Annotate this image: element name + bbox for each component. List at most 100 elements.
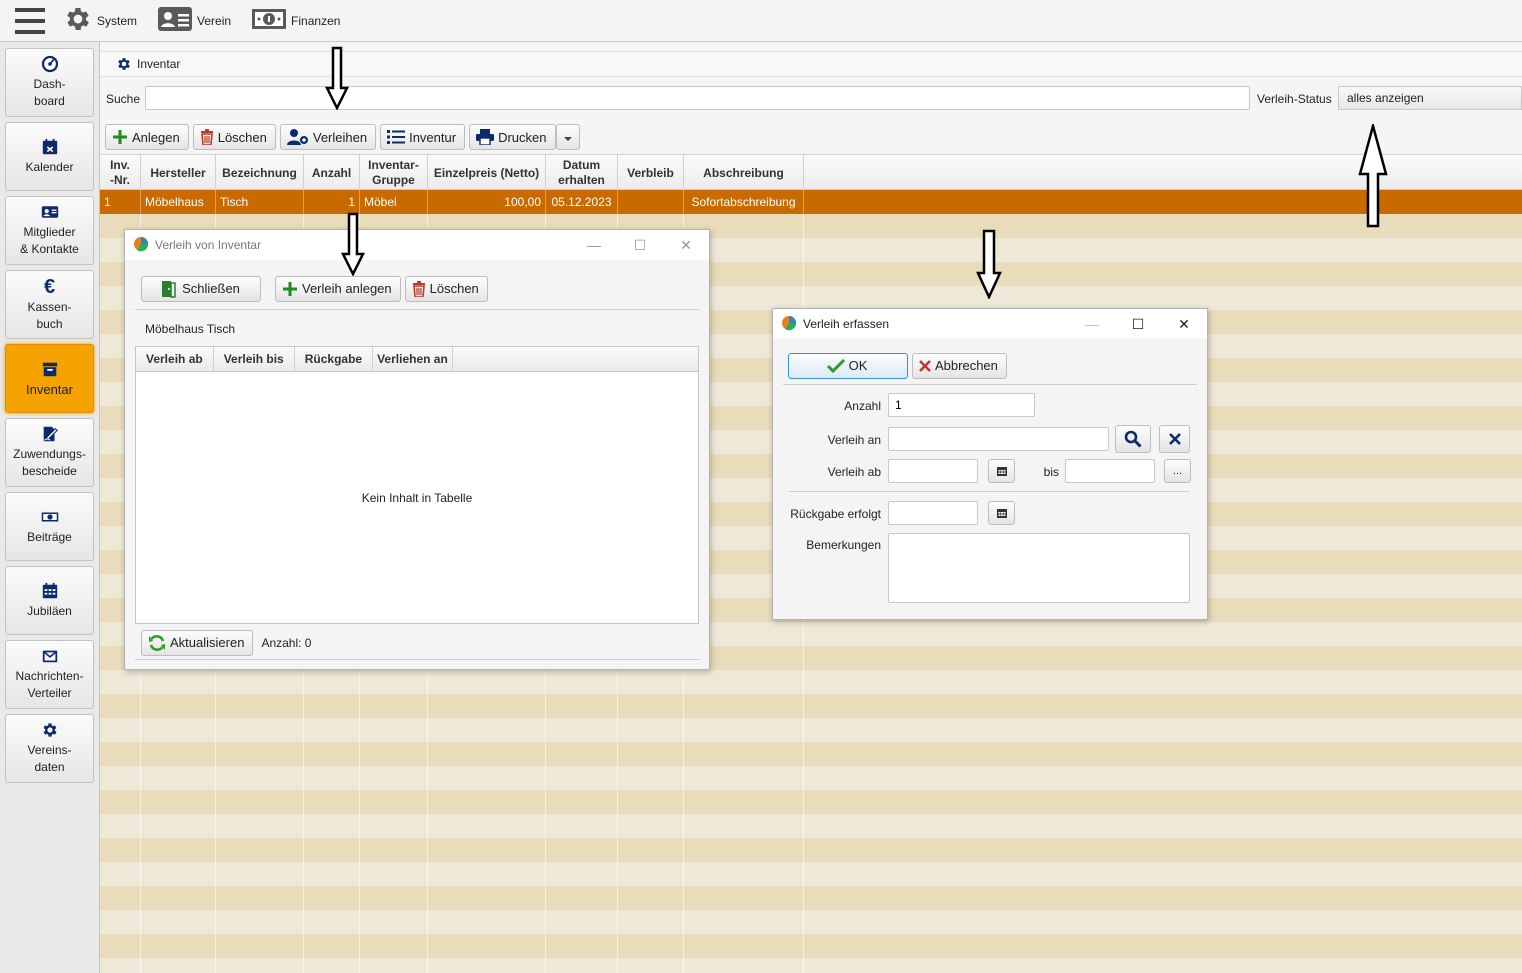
search-label: Suche <box>106 92 141 106</box>
column-header-verleih-bis[interactable]: Verleih bis <box>214 347 295 372</box>
drucken-button[interactable]: Drucken <box>469 124 556 150</box>
list-icon <box>387 129 406 145</box>
bemerkungen-label: Bemerkungen <box>806 538 881 552</box>
menu-system-label: System <box>97 13 138 28</box>
loeschen-button[interactable]: Löschen <box>192 124 276 150</box>
column-header-rueckgabe[interactable]: Rückgabe <box>295 347 374 372</box>
maximize-icon[interactable]: ☐ <box>1115 316 1161 333</box>
signature-icon <box>43 426 58 442</box>
clear-icon <box>1168 433 1181 445</box>
column-header-hersteller[interactable]: Hersteller <box>141 155 216 191</box>
column-header-anzahl[interactable]: Anzahl <box>304 155 360 191</box>
sidebar-item-label: Jubiläen <box>27 603 72 618</box>
rueckgabe-field[interactable] <box>888 501 978 525</box>
abbrechen-label: Abbrechen <box>935 358 998 373</box>
verleih-ab-field[interactable] <box>888 459 978 483</box>
inventur-button[interactable]: Inventur <box>380 124 466 150</box>
sidebar-item-kalender[interactable]: Kalender <box>5 122 94 191</box>
form-divider <box>789 491 1189 492</box>
verleih-ab-date-button[interactable] <box>988 459 1015 483</box>
anlegen-button[interactable]: Anlegen <box>105 124 189 150</box>
drucken-dropdown-button[interactable] <box>555 124 580 150</box>
search-row: Suche Verleih-Status alles anzeigen <box>100 86 1522 112</box>
anzahl-label: Anzahl <box>844 399 881 413</box>
verleihen-label: Verleihen <box>312 129 368 145</box>
menu-verein[interactable]: Verein <box>157 5 231 36</box>
minimize-icon[interactable]: — <box>1069 316 1115 333</box>
maximize-icon[interactable]: ☐ <box>617 237 663 254</box>
column-header-abschreibung[interactable]: Abschreibung <box>684 155 804 191</box>
app-logo-icon <box>781 315 797 334</box>
rueckgabe-date-button[interactable] <box>988 501 1015 525</box>
column-header-verliehen-an[interactable]: Verliehen an <box>373 347 453 372</box>
verleihen-button[interactable]: Verleihen <box>279 124 377 150</box>
sidebar-item-jubilaeen[interactable]: Jubiläen <box>5 566 94 635</box>
anzahl-field[interactable] <box>888 393 1035 417</box>
plus-icon <box>112 129 128 145</box>
calendar-grid-icon <box>42 582 57 598</box>
verleih-bis-more-button[interactable]: ... <box>1164 459 1191 483</box>
drucken-label: Drucken <box>498 129 547 145</box>
dialog-loeschen-button[interactable]: Löschen <box>404 275 488 302</box>
row-count-label: Anzahl: 0 <box>261 635 312 650</box>
calendar-icon <box>42 138 57 154</box>
schliessen-button[interactable]: Schließen <box>141 275 261 302</box>
column-header-datum-erhalten[interactable]: Datum erhalten <box>546 155 618 191</box>
verleih-anlegen-button[interactable]: Verleih anlegen <box>275 275 401 302</box>
sidebar-item-vereinsdaten[interactable]: Vereins- daten <box>5 714 94 783</box>
annotation-arrow-down-icon <box>325 46 349 110</box>
annotation-arrow-up-icon <box>1358 124 1388 228</box>
bis-label: bis <box>1043 465 1059 479</box>
close-icon[interactable]: ✕ <box>663 237 709 254</box>
sidebar-item-dashboard[interactable]: Dash- board <box>5 48 94 117</box>
clear-contact-button[interactable] <box>1159 425 1190 453</box>
aktualisieren-button[interactable]: Aktualisieren <box>141 629 254 656</box>
column-header-verleih-ab[interactable]: Verleih ab <box>136 347 214 372</box>
hamburger-menu-icon[interactable] <box>15 7 45 34</box>
table-row[interactable]: 1 Möbelhaus Tisch 1 Möbel 100,00 05.12.2… <box>100 190 1522 214</box>
minimize-icon[interactable]: — <box>571 237 617 254</box>
verleih-status-select[interactable]: alles anzeigen <box>1338 86 1522 110</box>
gear-icon <box>43 723 57 737</box>
menu-finanzen[interactable]: Finanzen <box>251 6 340 35</box>
sidebar-item-mitglieder[interactable]: Mitglieder & Kontakte <box>5 196 94 265</box>
ok-button[interactable]: OK <box>788 352 908 379</box>
sidebar-item-zuwendungsbescheide[interactable]: Zuwendungs- bescheide <box>5 418 94 487</box>
menu-verein-label: Verein <box>197 13 232 28</box>
column-header-verbleib[interactable]: Verbleib <box>618 155 684 191</box>
search-input[interactable] <box>145 86 1250 110</box>
app-logo-icon <box>133 236 149 255</box>
verleih-status-label: Verleih-Status <box>1257 92 1332 106</box>
column-header-einzelpreis[interactable]: Einzelpreis (Netto) <box>428 155 546 191</box>
dialog-title: Verleih von Inventar <box>155 238 262 252</box>
verleih-an-field[interactable] <box>888 427 1109 451</box>
bemerkungen-field[interactable] <box>888 533 1190 603</box>
cell-einzelpreis: 100,00 <box>428 190 546 214</box>
column-header-bezeichnung[interactable]: Bezeichnung <box>216 155 304 191</box>
cell-inv-nr: 1 <box>100 190 141 214</box>
search-contact-button[interactable] <box>1115 425 1151 453</box>
inventur-label: Inventur <box>409 129 457 145</box>
plus-icon <box>282 281 298 297</box>
close-icon[interactable]: ✕ <box>1161 316 1207 333</box>
verleih-bis-field[interactable] <box>1065 459 1155 483</box>
aktualisieren-label: Aktualisieren <box>170 635 245 650</box>
column-header-inventar-gruppe[interactable]: Inventar- Gruppe <box>360 155 428 191</box>
search-icon <box>1124 430 1142 448</box>
sidebar-item-beitraege[interactable]: Beiträge <box>5 492 94 561</box>
sidebar-item-nachrichten[interactable]: Nachrichten- Verteiler <box>5 640 94 709</box>
abbrechen-button[interactable]: Abbrechen <box>912 352 1007 379</box>
printer-icon <box>476 129 495 145</box>
menu-finanzen-label: Finanzen <box>291 13 341 28</box>
trash-icon <box>412 280 426 297</box>
breadcrumb: Inventar <box>100 51 1522 77</box>
close-x-icon <box>919 359 931 372</box>
sidebar-item-inventar[interactable]: Inventar <box>5 344 94 413</box>
column-header-inv-nr[interactable]: Inv. -Nr. <box>100 155 141 191</box>
cell-verbleib <box>618 190 684 214</box>
table-header: Inv. -Nr. Hersteller Bezeichnung Anzahl … <box>100 154 1522 191</box>
dialog-titlebar: Verleih erfassen — ☐ ✕ <box>773 309 1207 339</box>
envelope-icon <box>42 650 57 663</box>
sidebar-item-kassenbuch[interactable]: € Kassen- buch <box>5 270 94 339</box>
menu-system[interactable]: System <box>63 4 137 37</box>
